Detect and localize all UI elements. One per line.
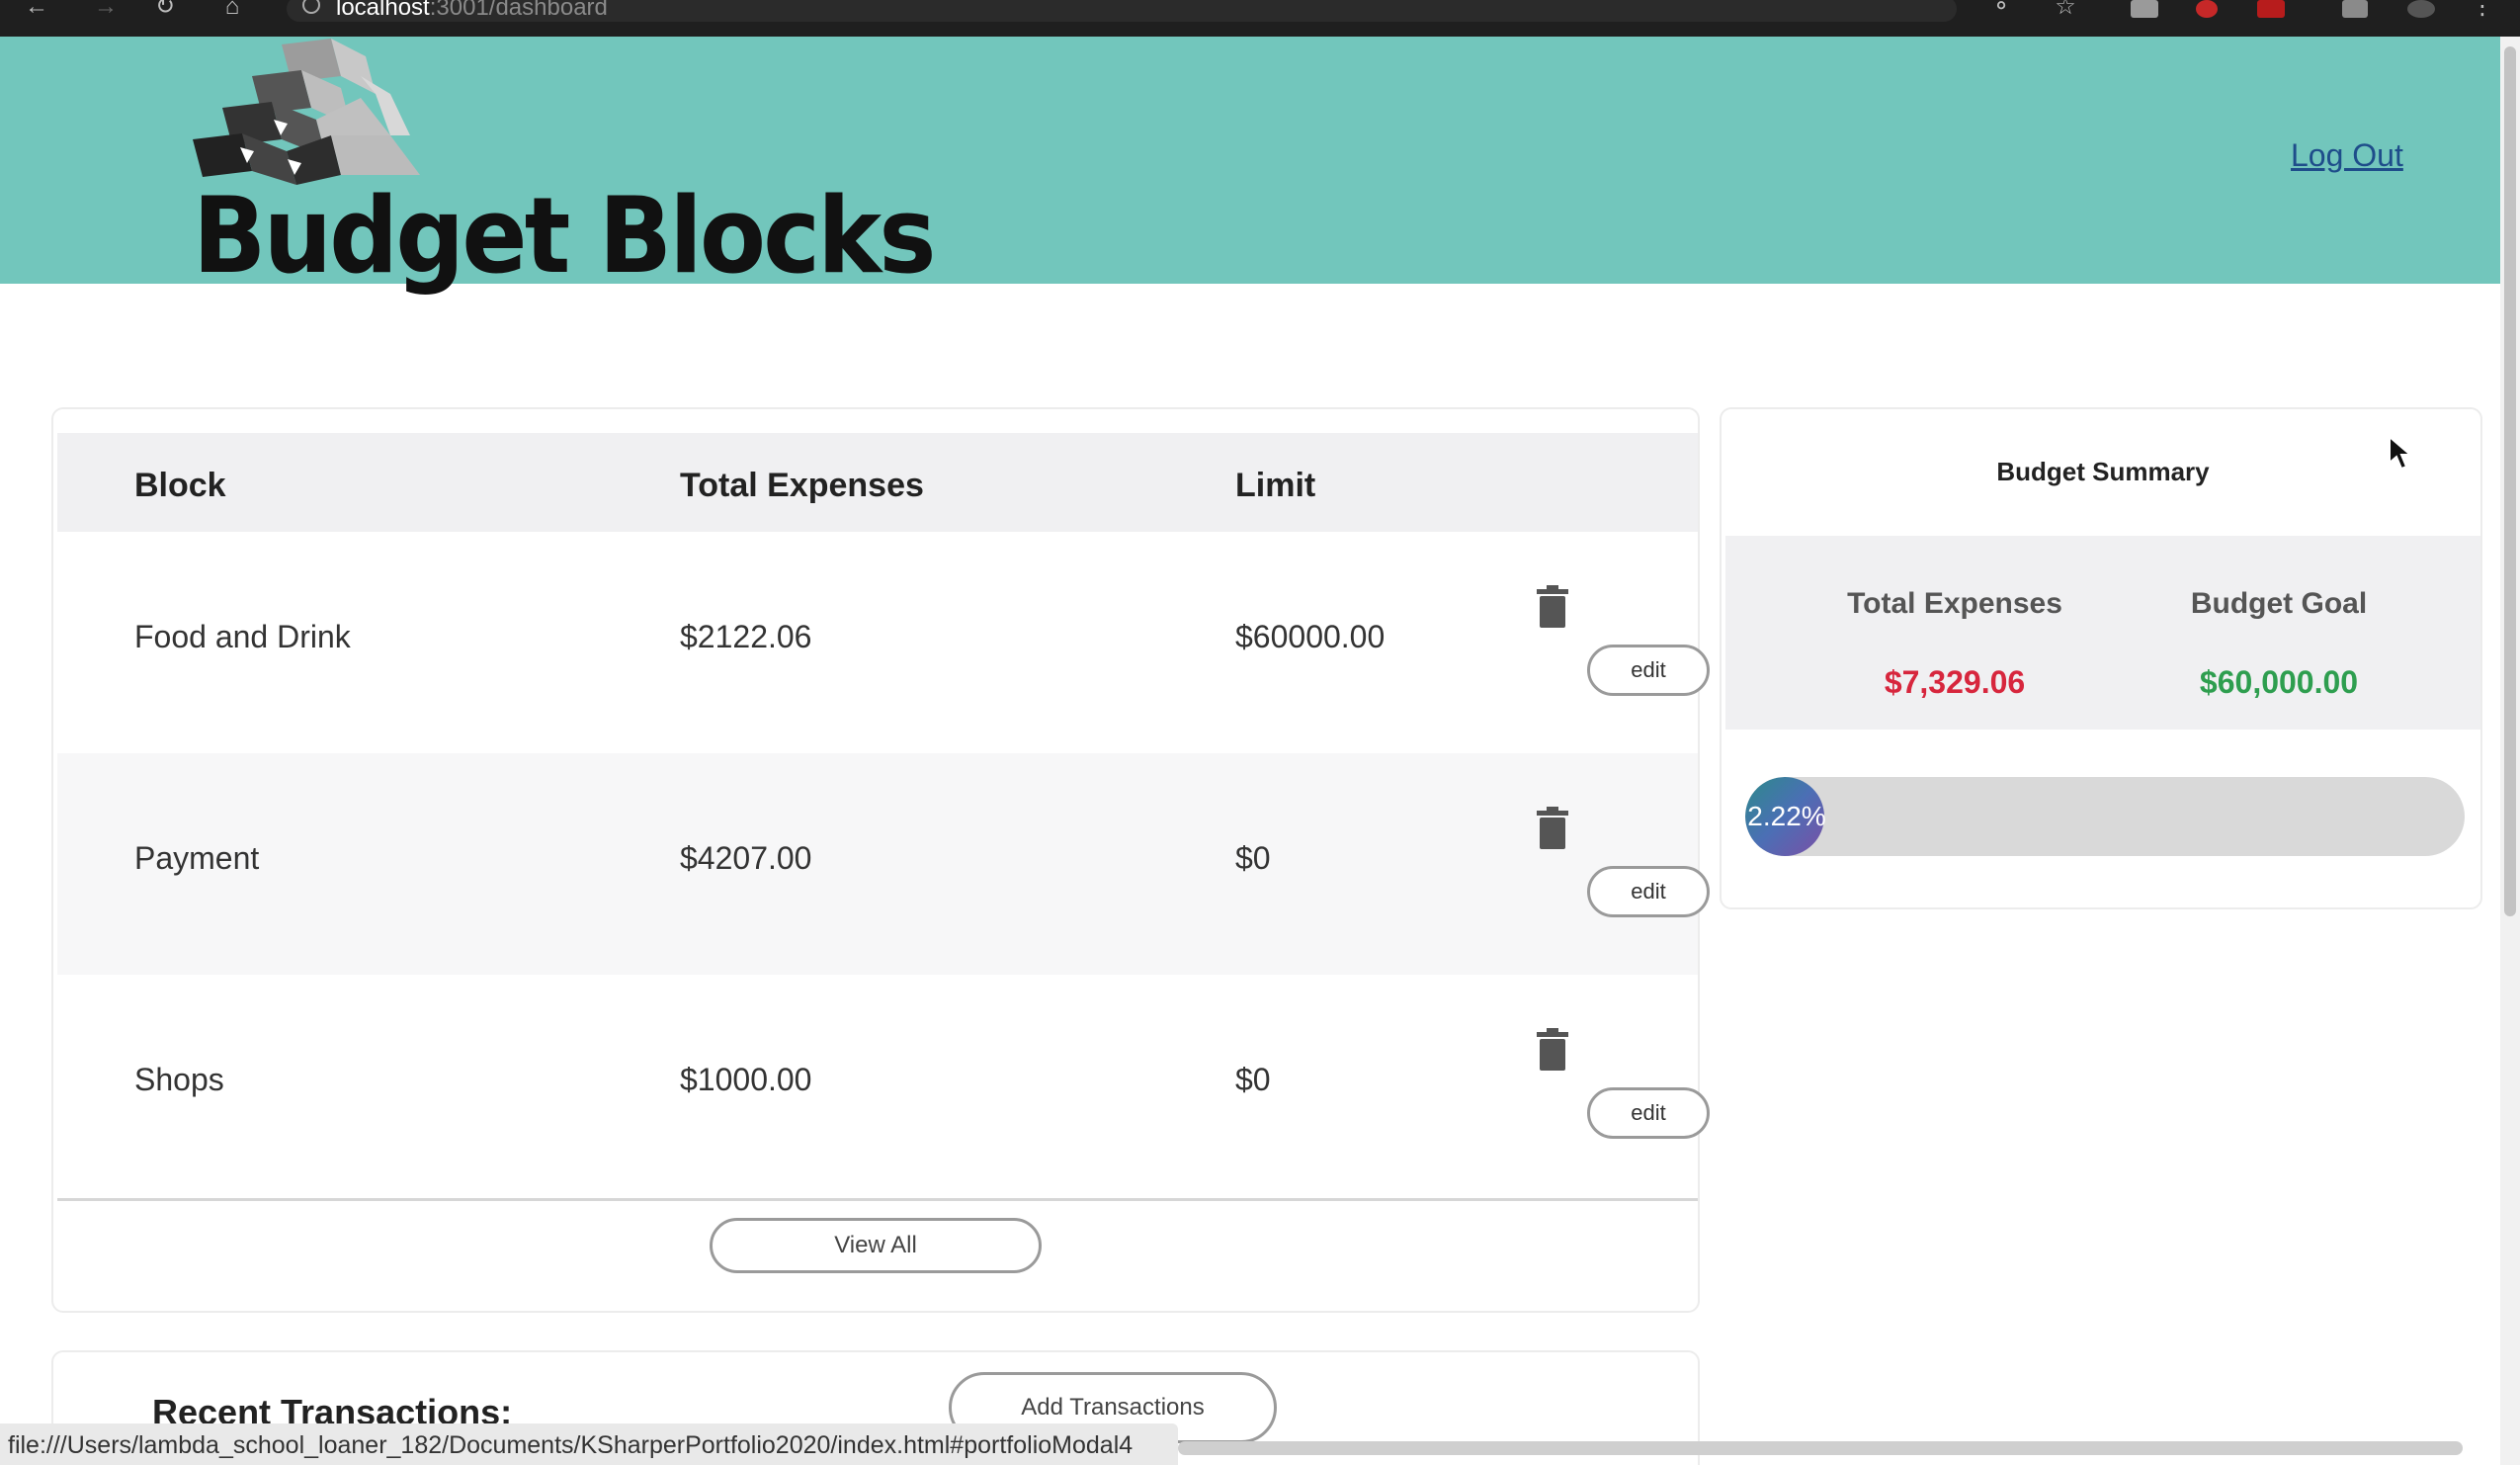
edit-button[interactable]: edit bbox=[1587, 866, 1710, 917]
edit-button[interactable]: edit bbox=[1587, 645, 1710, 696]
column-header-total-expenses: Total Expenses bbox=[680, 467, 924, 504]
horizontal-scrollbar[interactable] bbox=[1178, 1441, 2463, 1455]
home-icon[interactable]: ⌂ bbox=[217, 0, 247, 20]
block-name: Food and Drink bbox=[134, 619, 351, 654]
block-limit: $0 bbox=[1235, 1062, 1271, 1097]
address-bar[interactable]: localhost:3001/dashboard bbox=[287, 0, 1957, 22]
extension-red-icon[interactable] bbox=[2257, 0, 2285, 18]
column-header-limit: Limit bbox=[1235, 467, 1316, 504]
url-host: localhost bbox=[336, 0, 430, 21]
status-bar: file:///Users/lambda_school_loaner_182/D… bbox=[0, 1423, 1178, 1465]
vertical-scrollbar[interactable] bbox=[2500, 37, 2520, 1465]
total-expenses-value: $7,329.06 bbox=[1884, 664, 2026, 700]
block-limit: $60000.00 bbox=[1235, 619, 1386, 654]
column-header-block: Block bbox=[134, 467, 226, 504]
forward-icon[interactable]: → bbox=[91, 0, 121, 20]
blocks-card: Block Total Expenses Limit Food and Drin… bbox=[51, 407, 1710, 1313]
block-name: Payment bbox=[134, 840, 260, 876]
table-row: Shops $1000.00 $0 edit bbox=[57, 975, 1710, 1196]
trash-icon[interactable] bbox=[1534, 585, 1571, 629]
budget-summary-card: Budget Summary Total Expenses $7,329.06 … bbox=[1720, 407, 2482, 909]
pinterest-icon[interactable] bbox=[2196, 0, 2218, 18]
block-name: Shops bbox=[134, 1062, 224, 1097]
star-icon[interactable]: ☆ bbox=[2051, 0, 2080, 20]
extension-icon[interactable] bbox=[2131, 0, 2158, 18]
reload-icon[interactable]: ↻ bbox=[150, 0, 180, 20]
table-row: Food and Drink $2122.06 $60000.00 edit bbox=[57, 532, 1710, 753]
logo-blocks-icon bbox=[193, 39, 420, 185]
table-row: Payment $4207.00 $0 edit bbox=[57, 753, 1710, 975]
info-icon[interactable] bbox=[302, 0, 320, 14]
url-path: :3001/dashboard bbox=[429, 0, 608, 21]
total-expenses-label: Total Expenses bbox=[1847, 587, 2062, 620]
budget-summary-title: Budget Summary bbox=[1996, 457, 2210, 486]
media-icon[interactable] bbox=[2342, 0, 2368, 18]
vertical-scroll-thumb[interactable] bbox=[2504, 46, 2516, 916]
block-total: $4207.00 bbox=[680, 840, 812, 876]
block-total: $1000.00 bbox=[680, 1062, 812, 1097]
summary-stats: Total Expenses $7,329.06 Budget Goal $60… bbox=[1725, 536, 2480, 730]
divider bbox=[57, 1198, 1698, 1201]
brand-title: Budget Blocks bbox=[193, 175, 936, 297]
block-total: $2122.06 bbox=[680, 619, 812, 654]
table-header: Block Total Expenses Limit bbox=[57, 433, 1698, 532]
menu-icon[interactable]: ⋮ bbox=[2471, 0, 2494, 20]
url-text: localhost:3001/dashboard bbox=[336, 0, 608, 22]
budget-progress-label: 2.22% bbox=[1747, 801, 1826, 831]
key-icon[interactable]: ⚬ bbox=[1986, 0, 2016, 20]
browser-toolbar: ← → ↻ ⌂ localhost:3001/dashboard ⚬ ☆ ⋮ bbox=[0, 0, 2520, 37]
block-limit: $0 bbox=[1235, 840, 1271, 876]
view-all-button[interactable]: View All bbox=[710, 1218, 1042, 1273]
budget-goal-value: $60,000.00 bbox=[2199, 664, 2359, 700]
budget-progress-bar: 2.22% bbox=[1745, 777, 2465, 856]
trash-icon[interactable] bbox=[1534, 1028, 1571, 1072]
profile-avatar[interactable] bbox=[2407, 0, 2435, 18]
logout-link[interactable]: Log Out bbox=[2291, 137, 2403, 174]
back-icon[interactable]: ← bbox=[22, 0, 51, 20]
budget-goal-label: Budget Goal bbox=[2190, 587, 2368, 620]
edit-button[interactable]: edit bbox=[1587, 1087, 1710, 1139]
status-url: file:///Users/lambda_school_loaner_182/D… bbox=[8, 1431, 1134, 1459]
trash-icon[interactable] bbox=[1534, 807, 1571, 850]
app-header: Budget Blocks Log Out bbox=[0, 37, 2500, 297]
cursor-icon bbox=[2389, 435, 2413, 471]
